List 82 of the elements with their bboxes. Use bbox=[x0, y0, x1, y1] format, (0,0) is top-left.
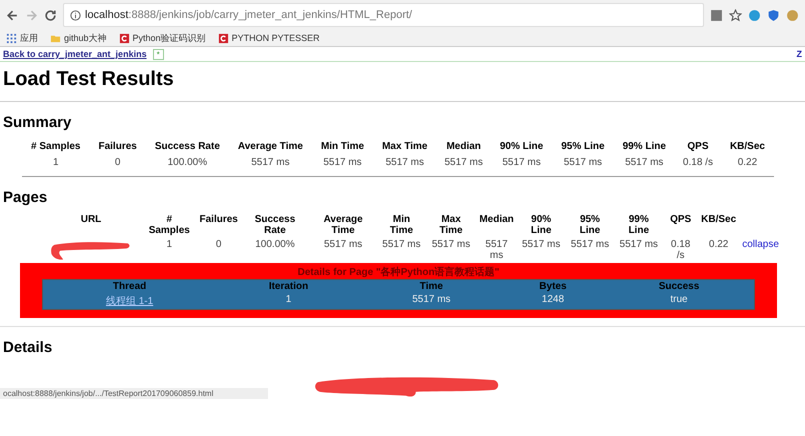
column-header: Max Time bbox=[382, 141, 428, 152]
table-cell: 0.22 bbox=[738, 157, 758, 168]
table-cell: 0.18 /s bbox=[682, 157, 713, 168]
star-icon[interactable] bbox=[729, 8, 742, 22]
table-cell: 0 bbox=[216, 239, 222, 250]
column-header: KB/Sec bbox=[730, 141, 765, 152]
info-icon[interactable] bbox=[70, 10, 81, 20]
column-header: 95% Line bbox=[580, 214, 600, 236]
column-header: QPS bbox=[670, 214, 692, 225]
table-cell: 5517 ms bbox=[444, 157, 483, 168]
bookmark[interactable]: 应用 bbox=[6, 32, 38, 44]
section-heading: Details bbox=[3, 339, 54, 356]
table-cell: 5517 ms bbox=[620, 239, 658, 250]
table-cell-text: 0.18 /s bbox=[670, 239, 692, 261]
column-header: 99% Line bbox=[628, 214, 650, 236]
column-header: Failures bbox=[200, 214, 238, 225]
column-header: KB/Sec bbox=[701, 214, 736, 225]
column-header: Average Time bbox=[238, 141, 303, 152]
table-cell-text: 5517 ms bbox=[484, 239, 509, 261]
table-cell: 5517 ms bbox=[432, 239, 470, 250]
apps-grid-icon bbox=[6, 32, 17, 44]
page-title: Load Test Results bbox=[3, 68, 175, 91]
bookmark[interactable]: PYTHON PYTESSER bbox=[218, 32, 320, 44]
column-header: Failures bbox=[98, 141, 137, 152]
table-cell: 0.22 bbox=[708, 239, 728, 250]
column-header: Average Time bbox=[324, 214, 363, 236]
table-cell: 5517 ms bbox=[502, 157, 541, 168]
column-header: 99% Line bbox=[622, 141, 666, 152]
table-cell: 1 bbox=[52, 157, 59, 168]
table-cell: 5517 ms bbox=[522, 239, 560, 250]
column-header: # Samples bbox=[31, 141, 80, 152]
column-header: 90% Line bbox=[500, 141, 544, 152]
reload-icon[interactable] bbox=[44, 8, 57, 22]
back-link[interactable]: Back to carry_jmeter_ant_jenkins bbox=[3, 49, 147, 59]
column-header: Bytes bbox=[539, 281, 567, 292]
table-cell: 5517 ms bbox=[564, 157, 602, 168]
column-header: 90% Line bbox=[530, 214, 552, 236]
column-header: Max Time bbox=[439, 214, 463, 236]
column-header: Thread bbox=[112, 281, 146, 292]
column-header: Median bbox=[479, 214, 514, 225]
table-cell: 100.00% bbox=[255, 239, 295, 250]
column-header: # Samples bbox=[148, 214, 190, 236]
column-header: Iteration bbox=[268, 281, 308, 292]
status-bar: ocalhost:8888/jenkins/job/.../TestReport201709060859.html bbox=[0, 388, 268, 399]
column-header: Success Rate bbox=[254, 214, 296, 236]
column-header: QPS bbox=[687, 141, 708, 152]
tab[interactable]: * bbox=[152, 48, 164, 60]
table-cell: true bbox=[670, 294, 688, 305]
details-title: Details for Page "各种Python语言教程话题" bbox=[296, 265, 500, 279]
table-cell: 1248 bbox=[542, 294, 564, 305]
table-cell: 5517 ms bbox=[386, 157, 424, 168]
table-cell: 5517 ms bbox=[323, 157, 362, 168]
table-cell: 5517 ms bbox=[570, 239, 610, 250]
column-header: Time bbox=[420, 281, 443, 292]
address-field[interactable]: localhost:8888/jenkins/job/carry_jmeter_ant_jenkins/HTML_Report/ bbox=[63, 3, 704, 27]
table-cell: 5517 ms bbox=[412, 294, 451, 305]
column-header: Min Time bbox=[320, 141, 364, 152]
column-header: URL bbox=[80, 214, 102, 225]
column-header: Min Time bbox=[390, 214, 414, 236]
shield-icon[interactable] bbox=[767, 8, 780, 22]
table-cell: 1 bbox=[166, 239, 172, 250]
column-header: Success bbox=[658, 281, 700, 292]
bookmark[interactable]: Python验证码识别 bbox=[118, 32, 206, 44]
back-icon[interactable] bbox=[6, 8, 19, 22]
collapse-link[interactable]: collapse bbox=[742, 239, 779, 250]
thread-link[interactable]: 线程组 1-1 bbox=[106, 296, 154, 307]
table-cell: 5517 ms bbox=[382, 239, 421, 250]
table-cell: 5517 ms bbox=[324, 239, 362, 250]
section-heading: Summary bbox=[3, 114, 72, 131]
section-heading: Pages bbox=[3, 189, 48, 206]
table-cell: 100.00% bbox=[168, 157, 208, 168]
bookmark[interactable]: github大神 bbox=[50, 32, 107, 44]
table-cell: 1 bbox=[286, 294, 292, 305]
tab-edge-text: Z bbox=[796, 49, 802, 59]
site-logo-icon bbox=[218, 32, 229, 44]
column-header: 95% Line bbox=[561, 141, 605, 152]
site-logo-icon bbox=[118, 32, 130, 44]
table-cell: 0 bbox=[114, 157, 120, 168]
column-header: Median bbox=[446, 141, 481, 152]
table-cell: 5517 ms bbox=[251, 157, 290, 168]
column-header: Success Rate bbox=[154, 141, 220, 152]
table-cell: 5517 ms bbox=[625, 157, 664, 168]
